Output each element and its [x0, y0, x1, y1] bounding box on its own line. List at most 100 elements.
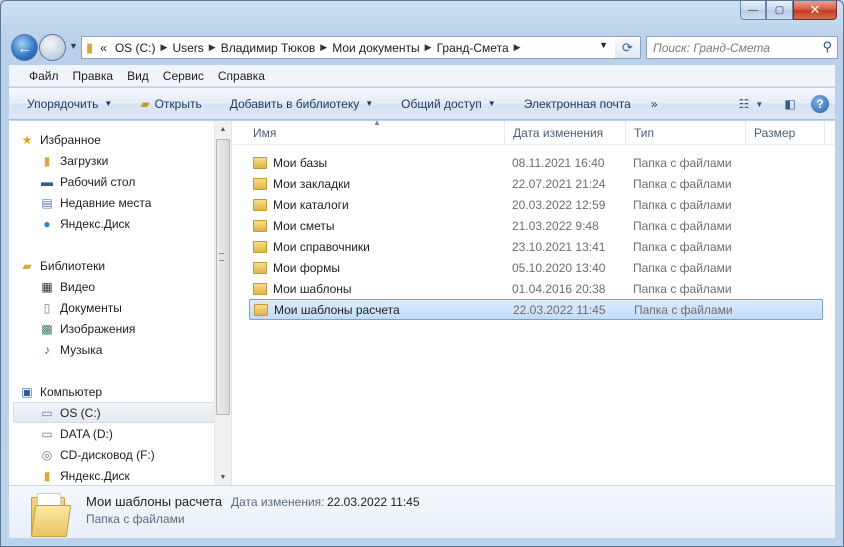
address-bar[interactable]: ▮ « OS (C:) ▶ Users ▶ Владимир Тюков ▶ М…: [81, 36, 641, 59]
nav-favorites-label: Избранное: [40, 133, 101, 147]
scroll-up-icon[interactable]: ▲: [215, 121, 231, 137]
organize-button[interactable]: Упорядочить ▼: [27, 97, 112, 111]
file-row[interactable]: Мои формы 05.10.2020 13:40 Папка с файла…: [249, 257, 823, 278]
menu-bar: Файл Правка Вид Сервис Справка: [9, 65, 835, 87]
menu-file[interactable]: Файл: [29, 69, 59, 83]
nav-pane-scrollbar[interactable]: ▲ ▼: [214, 121, 231, 485]
add-to-library-label: Добавить в библиотеку: [229, 96, 360, 111]
breadcrumb-separator-icon[interactable]: ▶: [209, 42, 216, 53]
open-folder-icon: ▰: [140, 96, 150, 111]
breadcrumb-separator-icon[interactable]: ▶: [320, 42, 327, 53]
search-placeholder: Поиск: Гранд-Смета: [653, 40, 770, 55]
column-divider[interactable]: [745, 121, 746, 145]
breadcrumb-segment[interactable]: Владимир Тюков: [216, 41, 321, 55]
file-row-selected[interactable]: Мои шаблоны расчета 22.03.2022 11:45 Пап…: [249, 299, 823, 320]
column-divider[interactable]: [625, 121, 626, 145]
view-controls: ☷ ▼ ◧ ?: [723, 94, 829, 114]
file-type: Папка с файлами: [633, 176, 732, 191]
nav-item-label: Недавние места: [60, 196, 152, 210]
nav-item-music[interactable]: ♪ Музыка: [39, 340, 102, 360]
breadcrumb-segment[interactable]: Мои документы: [327, 41, 424, 55]
file-type: Папка с файлами: [633, 197, 732, 212]
address-dropdown-icon[interactable]: ▼: [599, 40, 608, 50]
nav-item-drive-c[interactable]: ▭ OS (C:): [39, 403, 100, 423]
nav-item-label: Загрузки: [60, 154, 109, 168]
file-name: Мои справочники: [273, 239, 370, 254]
forward-button[interactable]: →: [39, 34, 66, 61]
add-to-library-button[interactable]: Добавить в библиотеку ▼: [230, 97, 373, 111]
file-row[interactable]: Мои шаблоны 01.04.2016 20:38 Папка с фай…: [249, 278, 823, 299]
column-header-name[interactable]: Имя: [253, 126, 276, 140]
chevron-down-icon: ▼: [104, 99, 113, 108]
nav-item-drive-d[interactable]: ▭ DATA (D:): [39, 424, 113, 444]
minimize-button[interactable]: —: [740, 1, 766, 20]
nav-computer[interactable]: ▣ Компьютер: [19, 382, 102, 402]
more-label: »: [650, 96, 658, 111]
breadcrumb-segment[interactable]: OS (C:): [110, 41, 161, 55]
breadcrumb-segment[interactable]: Users: [167, 41, 208, 55]
scroll-down-icon[interactable]: ▼: [215, 469, 231, 485]
windows-drive-icon: ▭: [41, 406, 53, 420]
column-divider[interactable]: [824, 121, 825, 145]
file-row[interactable]: Мои базы 08.11.2021 16:40 Папка с файлам…: [249, 152, 823, 173]
nav-item-pictures[interactable]: ▩ Изображения: [39, 319, 135, 339]
nav-item-yandex-disk[interactable]: ● Яндекс.Диск: [39, 214, 129, 234]
nav-libraries[interactable]: ▰ Библиотеки: [19, 256, 105, 276]
file-row[interactable]: Мои справочники 23.10.2021 13:41 Папка с…: [249, 236, 823, 257]
help-button[interactable]: ?: [811, 95, 829, 113]
scroll-thumb[interactable]: [216, 139, 230, 415]
column-header-size[interactable]: Размер: [754, 126, 795, 140]
nav-item-recent-places[interactable]: ▤ Недавние места: [39, 193, 151, 213]
search-box[interactable]: Поиск: Гранд-Смета ⚲: [646, 36, 838, 59]
column-header-date[interactable]: Дата изменения: [513, 126, 603, 140]
file-date: 21.03.2022 9:48: [512, 218, 599, 233]
menu-tools[interactable]: Сервис: [163, 69, 204, 83]
column-divider[interactable]: [504, 121, 505, 145]
close-button[interactable]: ✕: [793, 1, 837, 20]
breadcrumb-separator-icon[interactable]: ▶: [425, 42, 432, 53]
nav-item-documents[interactable]: ▯ Документы: [39, 298, 122, 318]
file-row[interactable]: Мои сметы 21.03.2022 9:48 Папка с файлам…: [249, 215, 823, 236]
column-header-type[interactable]: Тип: [634, 126, 654, 140]
more-commands-button[interactable]: »: [651, 97, 658, 111]
recent-pages-dropdown[interactable]: ▼: [69, 41, 78, 51]
open-button[interactable]: ▰ Открыть: [140, 97, 201, 111]
file-type: Папка с файлами: [633, 239, 732, 254]
folder-icon: [253, 156, 267, 169]
nav-item-downloads[interactable]: ▮ Загрузки: [39, 151, 109, 171]
nav-item-label: Рабочий стол: [60, 175, 136, 189]
email-button[interactable]: Электронная почта: [524, 97, 631, 111]
address-overflow-chevron[interactable]: «: [97, 41, 110, 55]
menu-view[interactable]: Вид: [127, 69, 149, 83]
open-label: Открыть: [154, 96, 202, 111]
preview-pane-button[interactable]: ◧: [779, 94, 801, 114]
search-icon[interactable]: ⚲: [822, 39, 832, 55]
sort-ascending-icon: ▲: [373, 118, 381, 127]
file-row[interactable]: Мои закладки 22.07.2021 21:24 Папка с фа…: [249, 173, 823, 194]
breadcrumb-separator-icon[interactable]: ▶: [161, 42, 168, 53]
change-view-button[interactable]: ☷ ▼: [733, 94, 769, 114]
file-name: Мои формы: [273, 260, 340, 275]
refresh-button[interactable]: ⟳: [615, 36, 641, 59]
large-folder-icon: [30, 493, 72, 537]
nav-item-cd-drive[interactable]: ◎ CD-дисковод (F:): [39, 445, 155, 465]
menu-help[interactable]: Справка: [218, 69, 265, 83]
breadcrumb-segment[interactable]: Гранд-Смета: [432, 41, 514, 55]
nav-item-desktop[interactable]: ▬ Рабочий стол: [39, 172, 135, 192]
file-type: Папка с файлами: [633, 281, 732, 296]
breadcrumb-separator-icon[interactable]: ▶: [514, 42, 521, 53]
maximize-button[interactable]: ▢: [766, 1, 793, 20]
file-type: Папка с файлами: [633, 155, 732, 170]
nav-item-label: Изображения: [60, 322, 136, 336]
libraries-icon: ▰: [22, 259, 32, 273]
nav-item-video[interactable]: ▦ Видео: [39, 277, 95, 297]
file-row[interactable]: Мои каталоги 20.03.2022 12:59 Папка с фа…: [249, 194, 823, 215]
arrow-right-icon: →: [45, 39, 60, 56]
nav-item-yandex-disk-computer[interactable]: ▮ Яндекс.Диск: [39, 466, 130, 485]
back-button[interactable]: ←: [11, 34, 38, 61]
menu-edit[interactable]: Правка: [73, 69, 114, 83]
nav-favorites[interactable]: ★ Избранное: [19, 130, 101, 150]
share-button[interactable]: Общий доступ ▼: [401, 97, 496, 111]
explorer-window: — ▢ ✕ ← → ▼ ▮ « OS (C:) ▶ Users ▶ Владим…: [0, 0, 844, 547]
command-bar: Упорядочить ▼ ▰ Открыть Добавить в библи…: [9, 88, 835, 120]
